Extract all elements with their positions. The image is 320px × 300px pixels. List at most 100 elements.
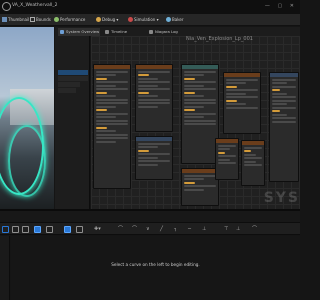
node-parameter-row[interactable] (244, 157, 262, 159)
node-pin[interactable] (272, 110, 281, 112)
node-parameter-row[interactable] (272, 96, 296, 98)
node-parameter-row[interactable] (272, 82, 288, 84)
tangent-constant-icon[interactable]: ┐ (174, 226, 177, 233)
node-parameter-row[interactable] (244, 164, 262, 166)
node-pin[interactable] (96, 77, 107, 80)
node-parameter-row[interactable] (96, 70, 128, 73)
node-pin[interactable] (184, 109, 195, 111)
node-parameter-row[interactable] (218, 162, 236, 164)
node-parameter-row[interactable] (96, 140, 116, 143)
node-parameter-row[interactable] (138, 81, 170, 83)
node-parameter-row[interactable] (138, 163, 158, 166)
tab-system-overview[interactable]: System Overview (58, 28, 100, 36)
node-parameter-row[interactable] (184, 74, 204, 76)
window-controls[interactable]: — ▢ ✕ (265, 3, 297, 9)
node-parameter-row[interactable] (184, 70, 216, 73)
node-parameter-row[interactable] (96, 98, 128, 101)
node-parameter-row[interactable] (96, 88, 128, 90)
node-parameter-row[interactable] (218, 155, 236, 157)
node-parameter-row[interactable] (272, 78, 296, 81)
node-parameter-row[interactable] (272, 92, 288, 95)
save-icon[interactable] (2, 226, 9, 233)
list-item[interactable] (58, 76, 88, 81)
tangent-auto-icon[interactable]: ⌒ (118, 226, 123, 233)
tangent-linear-icon[interactable]: ╱ (160, 226, 163, 233)
node-parameter-row[interactable] (272, 113, 288, 116)
node-parameter-row[interactable] (272, 85, 296, 88)
node-parameter-row[interactable] (138, 88, 170, 90)
node-parameter-row[interactable] (96, 119, 128, 122)
tab-timeline[interactable]: Timeline (103, 28, 133, 36)
debug-button[interactable]: Debug ▾ (96, 16, 118, 24)
node-parameter-row[interactable] (184, 88, 216, 90)
node-parameter-row[interactable] (184, 178, 204, 180)
node-pin[interactable] (226, 99, 237, 102)
node-parameter-row[interactable] (96, 105, 116, 108)
filter-icon[interactable]: ⊤ (224, 226, 228, 233)
node-parameter-row[interactable] (184, 112, 216, 115)
node-parameter-row[interactable] (272, 103, 288, 105)
emitter-node[interactable] (181, 168, 219, 206)
node-parameter-row[interactable] (96, 130, 116, 132)
snap-icon[interactable]: ⊥ (236, 226, 240, 233)
select-mode-icon[interactable] (34, 226, 41, 233)
tangent-flat-icon[interactable]: ─ (188, 226, 191, 233)
node-parameter-row[interactable] (218, 158, 231, 161)
node-parameter-row[interactable] (226, 82, 246, 84)
node-parameter-row[interactable] (96, 137, 128, 139)
emitter-node[interactable] (93, 64, 131, 189)
node-parameter-row[interactable] (96, 74, 116, 76)
baker-button[interactable]: Baker (166, 16, 183, 24)
node-parameter-row[interactable] (138, 105, 158, 108)
emitter-node[interactable] (181, 64, 219, 164)
node-parameter-row[interactable] (244, 153, 257, 156)
node-parameter-row[interactable] (96, 133, 128, 136)
node-parameter-row[interactable] (244, 160, 257, 163)
node-pin[interactable] (138, 149, 149, 152)
node-parameter-row[interactable] (96, 84, 116, 87)
node-parameter-row[interactable] (226, 96, 258, 98)
view-icon[interactable] (76, 226, 83, 233)
curve-editor-canvas[interactable]: Select a curve on the left to begin edit… (11, 236, 300, 300)
thumbnail-button[interactable]: Thumbnail (2, 16, 29, 24)
fit-horizontal-icon[interactable] (22, 226, 29, 233)
system-overview-graph[interactable]: Nia_Ven_Explosion_Lp_001 SYS (91, 36, 300, 209)
normalize-icon[interactable]: ⌒ (252, 226, 257, 233)
emitter-node[interactable] (135, 136, 173, 180)
node-parameter-row[interactable] (184, 95, 204, 97)
emitter-node[interactable] (241, 140, 265, 186)
node-parameter-row[interactable] (138, 142, 170, 145)
node-pin[interactable] (138, 91, 149, 94)
node-parameter-row[interactable] (138, 153, 170, 155)
node-parameter-row[interactable] (138, 102, 170, 104)
node-parameter-row[interactable] (96, 123, 128, 125)
node-pin[interactable] (244, 150, 251, 152)
node-parameter-row[interactable] (272, 99, 296, 102)
emitter-node[interactable] (269, 72, 299, 182)
emitter-node[interactable] (223, 72, 261, 134)
node-pin[interactable] (272, 89, 281, 91)
node-parameter-row[interactable] (218, 144, 236, 147)
node-parameter-row[interactable] (138, 156, 158, 159)
curve-list-panel[interactable] (0, 236, 10, 300)
performance-button[interactable]: Performance (54, 16, 85, 24)
node-parameter-row[interactable] (226, 89, 258, 91)
node-parameter-row[interactable] (272, 117, 296, 119)
node-parameter-row[interactable] (138, 146, 158, 148)
node-parameter-row[interactable] (272, 106, 296, 109)
node-parameter-row[interactable] (272, 120, 296, 123)
tangent-user-icon[interactable]: ⌒ (132, 226, 137, 233)
node-pin[interactable] (184, 77, 195, 80)
node-parameter-row[interactable] (226, 106, 258, 109)
node-parameter-row[interactable] (184, 102, 216, 104)
node-parameter-row[interactable] (184, 98, 216, 101)
tab-niagara-log[interactable]: Niagara Log (147, 28, 185, 36)
node-pin[interactable] (184, 181, 195, 184)
node-parameter-row[interactable] (138, 98, 170, 101)
tangent-weighted-icon[interactable]: ⊥ (202, 226, 206, 233)
list-item-selected[interactable] (58, 70, 88, 75)
frame-icon[interactable] (12, 226, 19, 233)
node-pin[interactable] (96, 126, 107, 129)
node-parameter-row[interactable] (138, 95, 158, 97)
node-parameter-row[interactable] (218, 148, 231, 150)
